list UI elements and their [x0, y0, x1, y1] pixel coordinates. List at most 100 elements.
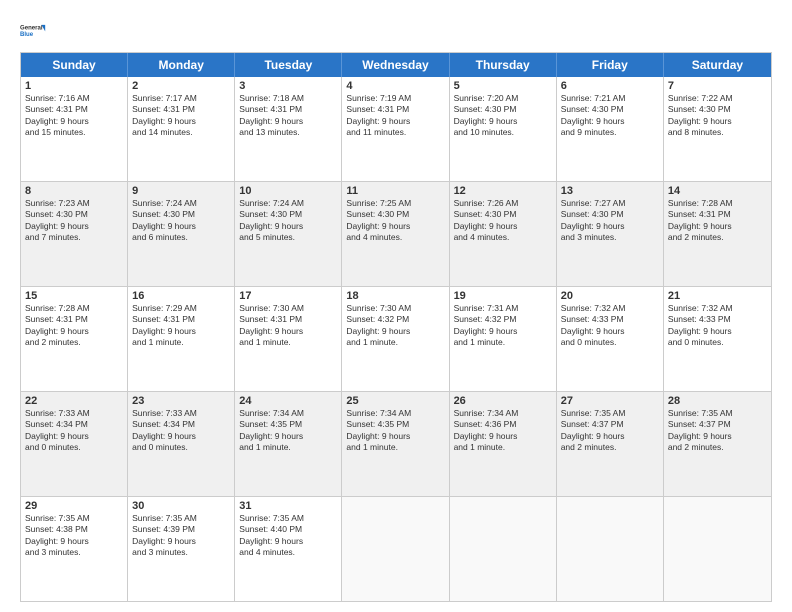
day-number: 1 — [25, 80, 123, 92]
day-number: 4 — [346, 80, 444, 92]
calendar-cell: 1Sunrise: 7:16 AM Sunset: 4:31 PM Daylig… — [21, 77, 128, 181]
calendar-cell: 23Sunrise: 7:33 AM Sunset: 4:34 PM Dayli… — [128, 392, 235, 496]
day-info: Sunrise: 7:20 AM Sunset: 4:30 PM Dayligh… — [454, 93, 552, 139]
day-info: Sunrise: 7:32 AM Sunset: 4:33 PM Dayligh… — [561, 303, 659, 349]
weekday-header: Tuesday — [235, 53, 342, 77]
day-number: 21 — [668, 290, 767, 302]
day-number: 2 — [132, 80, 230, 92]
calendar-cell: 29Sunrise: 7:35 AM Sunset: 4:38 PM Dayli… — [21, 497, 128, 601]
calendar-cell: 8Sunrise: 7:23 AM Sunset: 4:30 PM Daylig… — [21, 182, 128, 286]
day-info: Sunrise: 7:35 AM Sunset: 4:37 PM Dayligh… — [561, 408, 659, 454]
calendar-cell: 9Sunrise: 7:24 AM Sunset: 4:30 PM Daylig… — [128, 182, 235, 286]
weekday-header: Wednesday — [342, 53, 449, 77]
day-info: Sunrise: 7:25 AM Sunset: 4:30 PM Dayligh… — [346, 198, 444, 244]
day-info: Sunrise: 7:32 AM Sunset: 4:33 PM Dayligh… — [668, 303, 767, 349]
day-number: 9 — [132, 185, 230, 197]
day-number: 26 — [454, 395, 552, 407]
header: GeneralBlue — [20, 16, 772, 44]
day-info: Sunrise: 7:28 AM Sunset: 4:31 PM Dayligh… — [668, 198, 767, 244]
day-info: Sunrise: 7:33 AM Sunset: 4:34 PM Dayligh… — [25, 408, 123, 454]
day-number: 10 — [239, 185, 337, 197]
day-number: 19 — [454, 290, 552, 302]
weekday-header: Saturday — [664, 53, 771, 77]
day-info: Sunrise: 7:34 AM Sunset: 4:36 PM Dayligh… — [454, 408, 552, 454]
weekday-header: Sunday — [21, 53, 128, 77]
calendar-cell: 6Sunrise: 7:21 AM Sunset: 4:30 PM Daylig… — [557, 77, 664, 181]
day-number: 27 — [561, 395, 659, 407]
calendar-cell: 27Sunrise: 7:35 AM Sunset: 4:37 PM Dayli… — [557, 392, 664, 496]
day-number: 14 — [668, 185, 767, 197]
calendar-cell: 28Sunrise: 7:35 AM Sunset: 4:37 PM Dayli… — [664, 392, 771, 496]
day-number: 16 — [132, 290, 230, 302]
logo-icon: GeneralBlue — [20, 16, 48, 44]
weekday-header: Thursday — [450, 53, 557, 77]
day-number: 12 — [454, 185, 552, 197]
day-info: Sunrise: 7:35 AM Sunset: 4:38 PM Dayligh… — [25, 513, 123, 559]
logo: GeneralBlue — [20, 16, 48, 44]
day-info: Sunrise: 7:35 AM Sunset: 4:39 PM Dayligh… — [132, 513, 230, 559]
calendar-cell: 19Sunrise: 7:31 AM Sunset: 4:32 PM Dayli… — [450, 287, 557, 391]
day-number: 28 — [668, 395, 767, 407]
calendar-row: 22Sunrise: 7:33 AM Sunset: 4:34 PM Dayli… — [21, 391, 771, 496]
day-info: Sunrise: 7:34 AM Sunset: 4:35 PM Dayligh… — [346, 408, 444, 454]
day-info: Sunrise: 7:26 AM Sunset: 4:30 PM Dayligh… — [454, 198, 552, 244]
day-number: 18 — [346, 290, 444, 302]
day-number: 7 — [668, 80, 767, 92]
calendar-cell: 25Sunrise: 7:34 AM Sunset: 4:35 PM Dayli… — [342, 392, 449, 496]
calendar-cell: 5Sunrise: 7:20 AM Sunset: 4:30 PM Daylig… — [450, 77, 557, 181]
day-number: 25 — [346, 395, 444, 407]
calendar: SundayMondayTuesdayWednesdayThursdayFrid… — [20, 52, 772, 602]
day-info: Sunrise: 7:23 AM Sunset: 4:30 PM Dayligh… — [25, 198, 123, 244]
day-number: 3 — [239, 80, 337, 92]
calendar-cell — [450, 497, 557, 601]
calendar-header: SundayMondayTuesdayWednesdayThursdayFrid… — [21, 53, 771, 77]
calendar-cell: 18Sunrise: 7:30 AM Sunset: 4:32 PM Dayli… — [342, 287, 449, 391]
calendar-cell — [664, 497, 771, 601]
calendar-cell: 2Sunrise: 7:17 AM Sunset: 4:31 PM Daylig… — [128, 77, 235, 181]
calendar-cell: 11Sunrise: 7:25 AM Sunset: 4:30 PM Dayli… — [342, 182, 449, 286]
calendar-cell — [342, 497, 449, 601]
day-number: 30 — [132, 500, 230, 512]
calendar-cell: 15Sunrise: 7:28 AM Sunset: 4:31 PM Dayli… — [21, 287, 128, 391]
calendar-cell: 13Sunrise: 7:27 AM Sunset: 4:30 PM Dayli… — [557, 182, 664, 286]
day-number: 29 — [25, 500, 123, 512]
calendar-cell: 4Sunrise: 7:19 AM Sunset: 4:31 PM Daylig… — [342, 77, 449, 181]
day-info: Sunrise: 7:30 AM Sunset: 4:31 PM Dayligh… — [239, 303, 337, 349]
day-number: 22 — [25, 395, 123, 407]
day-info: Sunrise: 7:35 AM Sunset: 4:37 PM Dayligh… — [668, 408, 767, 454]
day-number: 20 — [561, 290, 659, 302]
day-number: 5 — [454, 80, 552, 92]
calendar-cell — [557, 497, 664, 601]
day-info: Sunrise: 7:18 AM Sunset: 4:31 PM Dayligh… — [239, 93, 337, 139]
day-number: 11 — [346, 185, 444, 197]
calendar-cell: 10Sunrise: 7:24 AM Sunset: 4:30 PM Dayli… — [235, 182, 342, 286]
day-info: Sunrise: 7:22 AM Sunset: 4:30 PM Dayligh… — [668, 93, 767, 139]
calendar-cell: 20Sunrise: 7:32 AM Sunset: 4:33 PM Dayli… — [557, 287, 664, 391]
calendar-cell: 7Sunrise: 7:22 AM Sunset: 4:30 PM Daylig… — [664, 77, 771, 181]
day-info: Sunrise: 7:17 AM Sunset: 4:31 PM Dayligh… — [132, 93, 230, 139]
calendar-cell: 14Sunrise: 7:28 AM Sunset: 4:31 PM Dayli… — [664, 182, 771, 286]
calendar-row: 1Sunrise: 7:16 AM Sunset: 4:31 PM Daylig… — [21, 77, 771, 181]
calendar-cell: 30Sunrise: 7:35 AM Sunset: 4:39 PM Dayli… — [128, 497, 235, 601]
day-info: Sunrise: 7:21 AM Sunset: 4:30 PM Dayligh… — [561, 93, 659, 139]
day-info: Sunrise: 7:28 AM Sunset: 4:31 PM Dayligh… — [25, 303, 123, 349]
calendar-body: 1Sunrise: 7:16 AM Sunset: 4:31 PM Daylig… — [21, 77, 771, 601]
day-info: Sunrise: 7:24 AM Sunset: 4:30 PM Dayligh… — [239, 198, 337, 244]
calendar-row: 8Sunrise: 7:23 AM Sunset: 4:30 PM Daylig… — [21, 181, 771, 286]
calendar-cell: 16Sunrise: 7:29 AM Sunset: 4:31 PM Dayli… — [128, 287, 235, 391]
calendar-cell: 31Sunrise: 7:35 AM Sunset: 4:40 PM Dayli… — [235, 497, 342, 601]
calendar-cell: 12Sunrise: 7:26 AM Sunset: 4:30 PM Dayli… — [450, 182, 557, 286]
calendar-row: 29Sunrise: 7:35 AM Sunset: 4:38 PM Dayli… — [21, 496, 771, 601]
day-info: Sunrise: 7:27 AM Sunset: 4:30 PM Dayligh… — [561, 198, 659, 244]
day-number: 13 — [561, 185, 659, 197]
day-info: Sunrise: 7:24 AM Sunset: 4:30 PM Dayligh… — [132, 198, 230, 244]
day-info: Sunrise: 7:31 AM Sunset: 4:32 PM Dayligh… — [454, 303, 552, 349]
day-number: 23 — [132, 395, 230, 407]
calendar-cell: 26Sunrise: 7:34 AM Sunset: 4:36 PM Dayli… — [450, 392, 557, 496]
day-info: Sunrise: 7:33 AM Sunset: 4:34 PM Dayligh… — [132, 408, 230, 454]
calendar-cell: 24Sunrise: 7:34 AM Sunset: 4:35 PM Dayli… — [235, 392, 342, 496]
day-number: 15 — [25, 290, 123, 302]
calendar-cell: 3Sunrise: 7:18 AM Sunset: 4:31 PM Daylig… — [235, 77, 342, 181]
svg-text:General: General — [20, 26, 43, 32]
page: GeneralBlue SundayMondayTuesdayWednesday… — [0, 0, 792, 612]
